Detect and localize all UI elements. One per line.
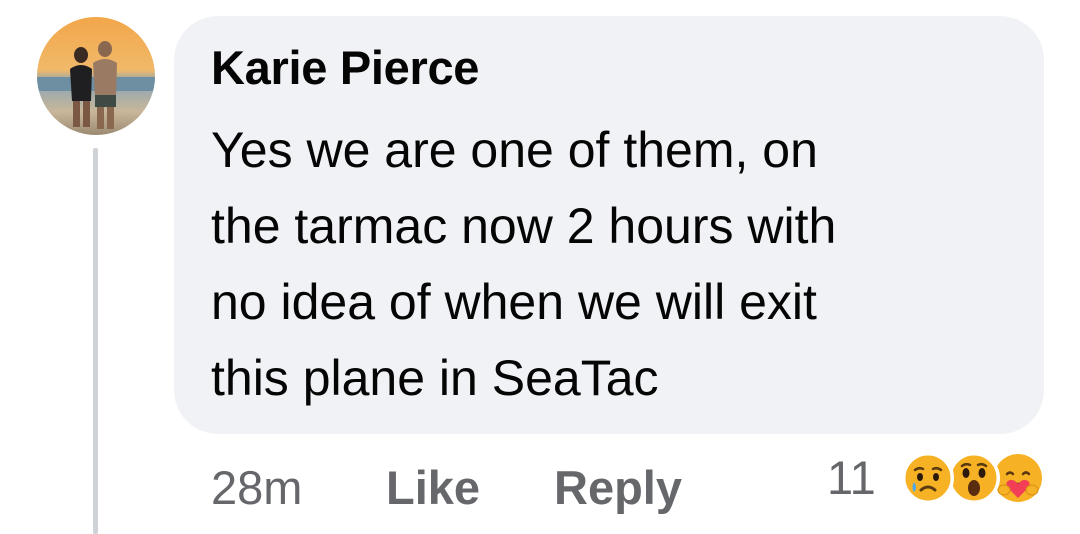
- reaction-count[interactable]: 11: [827, 446, 876, 510]
- comment-author[interactable]: Karie Pierce: [211, 40, 479, 96]
- thread-connector-line: [93, 148, 98, 534]
- comment-text-line: no idea of when we will exit: [211, 274, 817, 330]
- reaction-summary[interactable]: [898, 452, 1048, 504]
- comment-timestamp[interactable]: 28m: [211, 456, 302, 520]
- comment-text-line: the tarmac now 2 hours with: [211, 198, 837, 254]
- avatar-photo: [37, 17, 155, 135]
- comment-text-line: Yes we are one of them, on: [211, 122, 818, 178]
- comment-screenshot: Karie Pierce Yes we are one of them, on …: [0, 0, 1080, 534]
- like-button[interactable]: Like: [386, 456, 480, 520]
- sad-emoji-icon: [902, 452, 954, 504]
- avatar[interactable]: [37, 17, 155, 135]
- comment-text: Yes we are one of them, on the tarmac no…: [211, 112, 1021, 416]
- comment-text-line: this plane in SeaTac: [211, 350, 659, 406]
- reply-button[interactable]: Reply: [554, 456, 682, 520]
- wow-emoji-icon: [948, 452, 1000, 504]
